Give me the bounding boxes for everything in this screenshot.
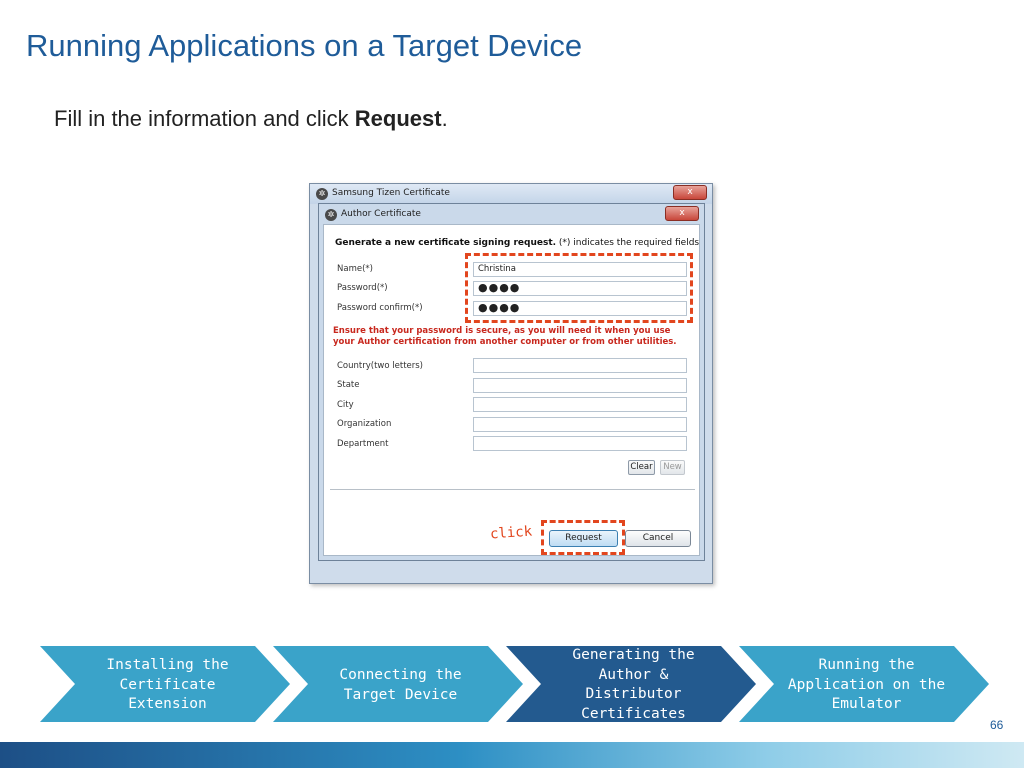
step-4-label[interactable]: Running the Application on the Emulator <box>779 656 954 715</box>
outer-titlebar[interactable]: ✲ Samsung Tizen Certificate x <box>310 184 712 204</box>
step-3-line: Certificates <box>581 705 686 722</box>
outer-window-title: Samsung Tizen Certificate <box>332 188 450 198</box>
step-1-label[interactable]: Installing the Certificate Extension <box>80 656 255 715</box>
password-confirm-label: Password confirm(*) <box>337 303 423 313</box>
instruction-action: Request <box>354 106 442 131</box>
step-1-line: Certificate <box>119 676 216 693</box>
inner-close-button[interactable]: x <box>665 206 699 221</box>
instruction-prefix: Fill in the information and click <box>54 106 355 131</box>
request-button-highlight <box>541 520 625 555</box>
organization-label: Organization <box>337 419 392 429</box>
step-3-line: Generating the <box>572 647 695 663</box>
tizen-app-icon: ✲ <box>325 209 337 221</box>
step-4-line: Application on the <box>787 676 946 693</box>
tizen-app-icon: ✲ <box>316 188 328 200</box>
inner-window-title: Author Certificate <box>341 209 421 219</box>
click-annotation: click <box>489 523 533 543</box>
country-field[interactable] <box>473 358 687 373</box>
department-field[interactable] <box>473 436 687 451</box>
city-label: City <box>337 400 354 410</box>
step-1-line: Installing the <box>106 657 229 673</box>
clear-button[interactable]: Clear <box>628 460 655 475</box>
step-3-line: Author & <box>598 666 669 683</box>
step-3-line: Distributor <box>585 686 682 702</box>
slide-title: Running Applications on a Target Device <box>26 28 583 63</box>
form-heading: Generate a new certificate signing reque… <box>335 238 699 248</box>
form-heading-rest: (*) indicates the required fields <box>556 238 700 248</box>
step-2-line: Connecting the <box>339 667 462 683</box>
step-3-label[interactable]: Generating the Author & Distributor Cert… <box>546 646 721 724</box>
step-2-line: Target Device <box>343 686 458 703</box>
new-button[interactable]: New <box>660 460 685 475</box>
instruction-text: Fill in the information and click Reques… <box>54 106 448 132</box>
page-number: 66 <box>990 718 1004 732</box>
step-1-line: Extension <box>128 696 207 712</box>
step-4-line: Emulator <box>831 696 902 712</box>
cancel-button[interactable]: Cancel <box>625 530 691 547</box>
footer-band <box>0 742 1024 768</box>
state-field[interactable] <box>473 378 687 393</box>
required-fields-highlight <box>465 253 693 323</box>
country-label: Country(two letters) <box>337 361 423 371</box>
form-heading-bold: Generate a new certificate signing reque… <box>335 238 557 248</box>
password-label: Password(*) <box>337 283 388 293</box>
name-label: Name(*) <box>337 264 373 274</box>
city-field[interactable] <box>473 397 687 412</box>
department-label: Department <box>337 439 389 449</box>
state-label: State <box>337 380 360 390</box>
step-2-label[interactable]: Connecting the Target Device <box>313 666 488 705</box>
password-warning: Ensure that your password is secure, as … <box>333 326 677 347</box>
step-4-line: Running the <box>818 657 915 673</box>
instruction-suffix: . <box>441 106 448 131</box>
dialog-separator <box>330 489 695 490</box>
outer-close-button[interactable]: x <box>673 185 707 200</box>
organization-field[interactable] <box>473 417 687 432</box>
